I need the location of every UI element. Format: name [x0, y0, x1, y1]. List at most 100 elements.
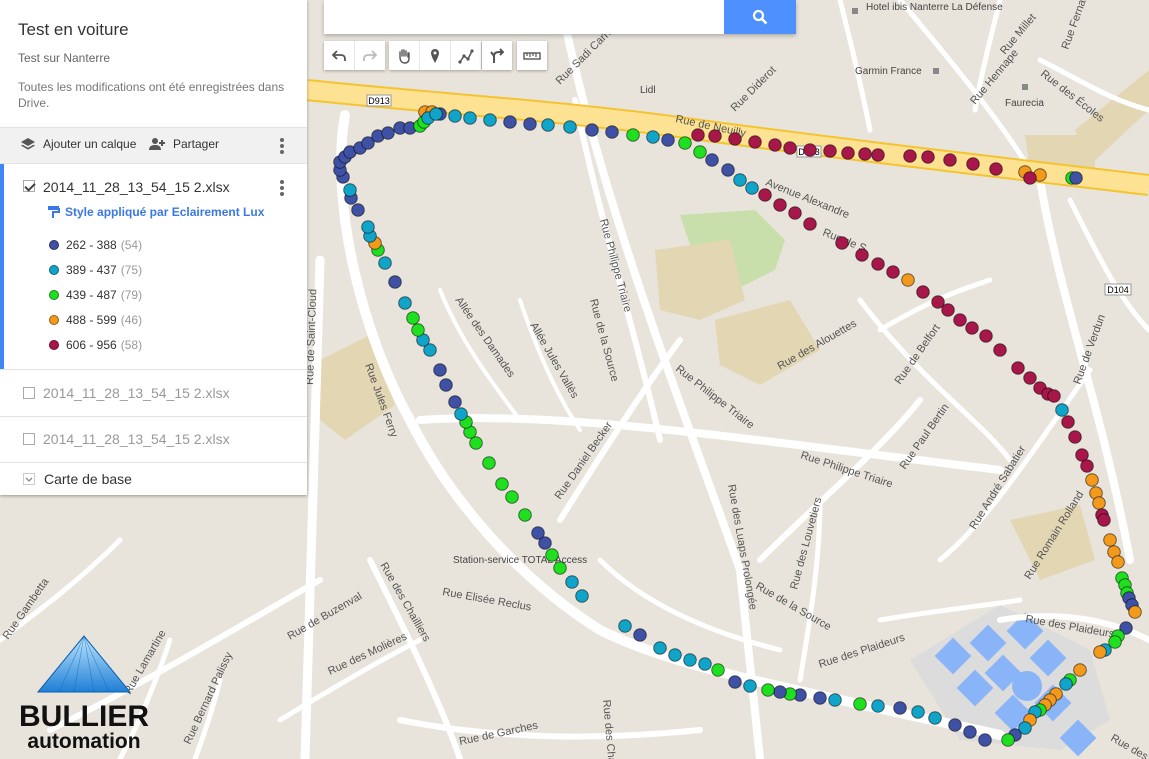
gps-track-point[interactable] [911, 705, 925, 719]
gps-track-point[interactable] [563, 120, 577, 134]
layer-style-link[interactable]: Style appliqué par Eclairement Lux [47, 205, 264, 219]
gps-track-point[interactable] [683, 653, 697, 667]
gps-track-point[interactable] [411, 323, 425, 337]
map-title[interactable]: Test en voiture [18, 20, 289, 40]
gps-track-point[interactable] [541, 118, 555, 132]
gps-track-point[interactable] [1059, 677, 1073, 691]
gps-track-point[interactable] [482, 456, 496, 470]
gps-track-point[interactable] [783, 141, 797, 155]
redo-button[interactable] [355, 41, 385, 70]
gps-track-point[interactable] [398, 296, 412, 310]
gps-track-point[interactable] [965, 321, 979, 335]
gps-track-point[interactable] [503, 115, 517, 129]
gps-track-point[interactable] [855, 248, 869, 262]
gps-track-point[interactable] [841, 146, 855, 160]
gps-track-point[interactable] [1069, 171, 1083, 185]
gps-track-point[interactable] [823, 144, 837, 158]
gps-track-point[interactable] [745, 181, 759, 195]
gps-track-point[interactable] [698, 657, 712, 671]
gps-track-point[interactable] [523, 117, 537, 131]
gps-track-point[interactable] [733, 173, 747, 187]
gps-track-point[interactable] [518, 508, 532, 522]
gps-track-point[interactable] [429, 107, 443, 121]
search-button[interactable] [724, 0, 796, 34]
gps-track-point[interactable] [678, 136, 692, 150]
gps-track-point[interactable] [858, 147, 872, 161]
gps-track-point[interactable] [454, 407, 468, 421]
gps-track-point[interactable] [773, 198, 787, 212]
gps-track-point[interactable] [871, 257, 885, 271]
gps-track-point[interactable] [871, 699, 885, 713]
gps-track-point[interactable] [439, 378, 453, 392]
gps-track-point[interactable] [448, 395, 462, 409]
gps-track-point[interactable] [835, 236, 849, 250]
add-directions-button[interactable] [482, 41, 512, 70]
gps-track-point[interactable] [1092, 496, 1106, 510]
gps-track-point[interactable] [633, 628, 647, 642]
gps-track-point[interactable] [728, 675, 742, 689]
layer-item-2[interactable]: 2014_11_28_13_54_15 2.xlsx [0, 370, 307, 417]
gps-track-point[interactable] [966, 157, 980, 171]
gps-track-point[interactable] [943, 153, 957, 167]
gps-track-point[interactable] [433, 363, 447, 377]
gps-track-point[interactable] [1103, 533, 1117, 547]
gps-track-point[interactable] [948, 718, 962, 732]
gps-track-point[interactable] [1080, 459, 1094, 473]
gps-track-point[interactable] [381, 126, 395, 140]
gps-track-point[interactable] [1085, 473, 1099, 487]
gps-track-point[interactable] [575, 589, 589, 603]
gps-track-point[interactable] [768, 138, 782, 152]
gps-track-point[interactable] [758, 188, 772, 202]
gps-track-point[interactable] [1068, 430, 1082, 444]
undo-button[interactable] [324, 41, 355, 70]
gps-track-point[interactable] [1061, 415, 1075, 429]
layer-2-checkbox[interactable] [23, 387, 35, 399]
gps-track-point[interactable] [773, 685, 787, 699]
gps-track-point[interactable] [668, 648, 682, 662]
gps-track-point[interactable] [691, 128, 705, 142]
gps-track-point[interactable] [886, 265, 900, 279]
gps-track-point[interactable] [1023, 171, 1037, 185]
gps-track-point[interactable] [705, 153, 719, 167]
gps-track-point[interactable] [963, 725, 977, 739]
gps-track-point[interactable] [505, 490, 519, 504]
map-options-menu-icon[interactable] [280, 138, 284, 154]
gps-track-point[interactable] [993, 343, 1007, 357]
basemap-row[interactable]: Carte de base [0, 462, 307, 495]
gps-track-point[interactable] [828, 693, 842, 707]
gps-track-point[interactable] [893, 701, 907, 715]
measure-button[interactable] [517, 41, 547, 70]
gps-track-point[interactable] [646, 130, 660, 144]
gps-track-point[interactable] [545, 548, 559, 562]
gps-track-point[interactable] [585, 123, 599, 137]
gps-track-point[interactable] [1128, 605, 1142, 619]
gps-track-point[interactable] [661, 133, 675, 147]
gps-track-point[interactable] [941, 303, 955, 317]
gps-track-point[interactable] [711, 663, 725, 677]
layer-1-checkbox[interactable] [23, 180, 35, 192]
gps-track-point[interactable] [343, 183, 357, 197]
add-layer-button[interactable]: Ajouter un calque [20, 137, 136, 151]
gps-track-point[interactable] [495, 477, 509, 491]
gps-track-point[interactable] [1055, 403, 1069, 417]
gps-track-point[interactable] [1097, 513, 1111, 527]
gps-track-point[interactable] [693, 145, 707, 159]
gps-track-point[interactable] [463, 111, 477, 125]
layer-1-name[interactable]: 2014_11_28_13_54_15 2.xlsx [43, 179, 230, 195]
add-marker-button[interactable] [420, 41, 451, 70]
gps-track-point[interactable] [978, 733, 992, 747]
gps-track-point[interactable] [708, 129, 722, 143]
layer-1-options-icon[interactable] [280, 180, 284, 196]
map-description[interactable]: Test sur Nanterre [18, 51, 289, 65]
gps-track-point[interactable] [903, 149, 917, 163]
gps-track-point[interactable] [483, 113, 497, 127]
pan-tool-button[interactable] [389, 41, 420, 70]
gps-track-point[interactable] [1093, 645, 1107, 659]
gps-track-point[interactable] [1023, 371, 1037, 385]
gps-track-point[interactable] [803, 217, 817, 231]
layer-item-3[interactable]: 2014_11_28_13_54_15 2.xlsx [0, 416, 307, 463]
gps-track-point[interactable] [653, 641, 667, 655]
gps-track-point[interactable] [618, 619, 632, 633]
gps-track-point[interactable] [388, 275, 402, 289]
gps-track-point[interactable] [813, 691, 827, 705]
